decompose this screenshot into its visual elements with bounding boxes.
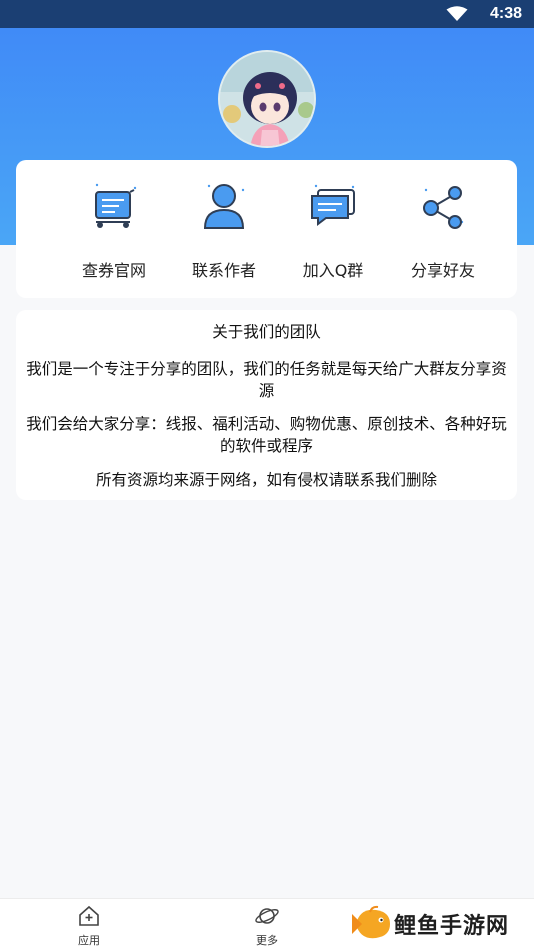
planet-icon xyxy=(255,908,279,924)
action-label: 加入Q群 xyxy=(302,261,364,280)
watermark: 鲤鱼手游网 xyxy=(350,902,530,944)
actions-card: 查券官网 联系作者 加入Q群 分享好友 xyxy=(16,160,517,298)
fish-logo-icon xyxy=(352,905,390,939)
avatar[interactable] xyxy=(218,50,316,148)
nav-item-apps[interactable]: 应用 xyxy=(59,905,119,948)
action-coupon-site[interactable]: 查券官网 xyxy=(59,174,169,286)
share-icon xyxy=(423,186,464,229)
status-bar: 4:38 xyxy=(0,0,534,28)
shopping-cart-icon xyxy=(95,183,137,228)
user-icon xyxy=(203,184,245,229)
nav-item-more[interactable]: 更多 xyxy=(237,905,297,948)
avatar-image xyxy=(220,52,314,146)
nav-label: 更多 xyxy=(256,934,278,947)
action-join-qq-group[interactable]: 加入Q群 xyxy=(278,174,388,286)
action-label: 查券官网 xyxy=(81,261,146,280)
action-label: 联系作者 xyxy=(191,261,256,280)
about-disclaimer: 所有资源均来源于网络，如有侵权请联系我们删除 xyxy=(95,471,437,489)
chat-icon xyxy=(311,184,355,226)
about-paragraph: 我们是一个专注于分享的团队，我们的任务就是每天给广大群友分享资源 xyxy=(26,360,507,400)
about-card: 关于我们的团队 我们是一个专注于分享的团队，我们的任务就是每天给广大群友分享资源… xyxy=(16,310,517,500)
action-contact-author[interactable]: 联系作者 xyxy=(169,174,279,286)
status-time: 4:38 xyxy=(489,5,522,22)
nav-label: 应用 xyxy=(78,934,100,947)
home-icon xyxy=(79,905,99,926)
action-share-friends[interactable]: 分享好友 xyxy=(388,174,498,286)
watermark-text: 鲤鱼手游网 xyxy=(394,914,510,939)
wifi-icon xyxy=(446,6,468,21)
about-paragraph: 我们会给大家分享：线报、福利活动、购物优惠、原创技术、各种好玩的软件或程序 xyxy=(26,415,507,455)
action-label: 分享好友 xyxy=(410,261,475,280)
about-title: 关于我们的团队 xyxy=(212,323,321,341)
